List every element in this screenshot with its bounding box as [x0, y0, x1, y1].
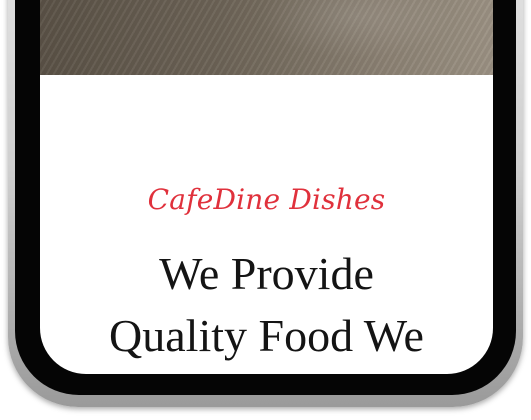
hero-headline: We Provide Quality Food We — [40, 243, 493, 367]
hero-headline-line-2: Quality Food We — [109, 310, 424, 361]
brand-tagline: CafeDine Dishes — [147, 183, 386, 216]
phone-screen: CafeDine Dishes We Provide Quality Food … — [40, 0, 493, 374]
hero-image — [40, 0, 493, 75]
hero-headline-line-1: We Provide — [159, 248, 374, 299]
